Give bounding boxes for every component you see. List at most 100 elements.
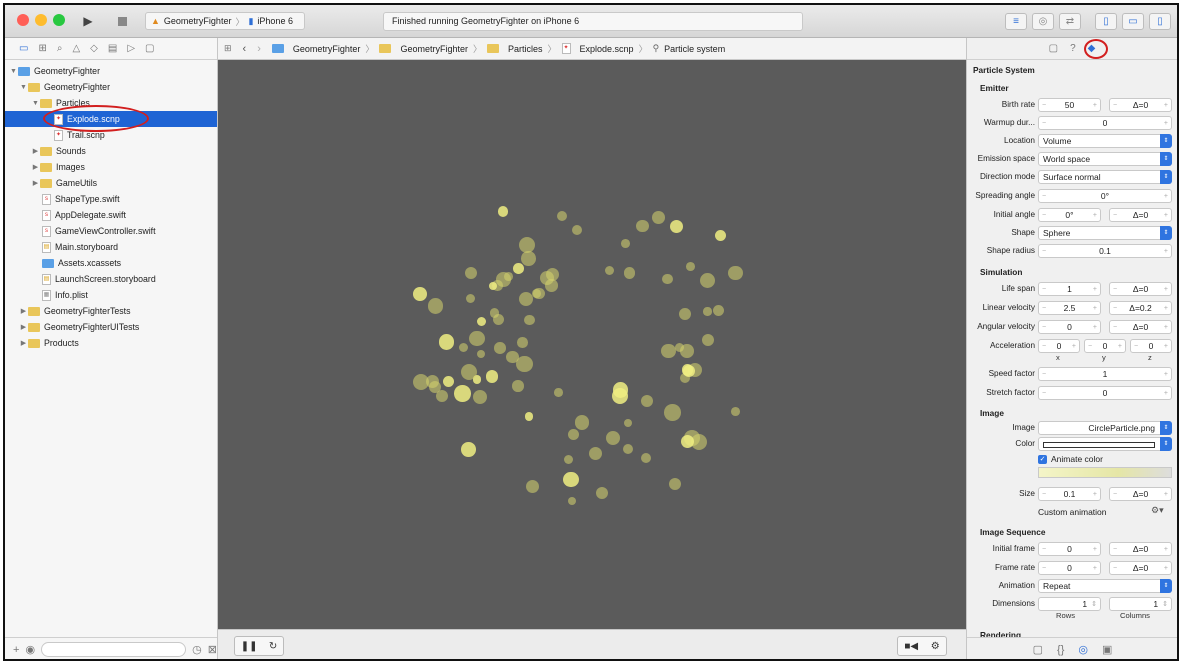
filter-input[interactable]: [41, 642, 187, 657]
initial-frame-field[interactable]: −0 +: [1038, 542, 1101, 556]
color-gradient-bar[interactable]: [1038, 467, 1172, 478]
file-template-icon[interactable]: ▢: [1033, 643, 1043, 656]
breadcrumb[interactable]: GeometryFighter: [400, 44, 468, 54]
acceleration-x-field[interactable]: −0 +: [1038, 339, 1080, 353]
filter-icon[interactable]: ◉: [25, 643, 35, 656]
tree-item[interactable]: ▶ GameUtils: [5, 175, 217, 191]
run-button[interactable]: ▶: [77, 11, 99, 31]
add-icon[interactable]: +: [13, 644, 19, 656]
speed-factor-field[interactable]: −1 +: [1038, 367, 1172, 381]
folder-icon[interactable]: ▭: [19, 43, 28, 54]
disclosure-right-icon[interactable]: ▶: [31, 163, 40, 171]
size-variation-field[interactable]: − Δ=0 +: [1109, 487, 1172, 501]
tree-item[interactable]: ▶ Sounds: [5, 143, 217, 159]
breadcrumb[interactable]: Particles: [508, 44, 543, 54]
tree-item[interactable]: ▼ GeometryFighter: [5, 79, 217, 95]
direction-mode-select[interactable]: Surface normal ⇕: [1038, 170, 1172, 184]
forward-icon[interactable]: ›: [257, 43, 261, 55]
pause-icon[interactable]: ❚❚: [241, 641, 258, 652]
particle-preview-viewport[interactable]: [218, 60, 966, 629]
tree-item[interactable]: s GameViewController.swift: [5, 223, 217, 239]
standard-editor-button[interactable]: ≡: [1005, 13, 1027, 30]
recent-icon[interactable]: ◷: [192, 643, 202, 656]
scheme-selector[interactable]: ▲ GeometryFighter 〉 ▮ iPhone 6: [145, 12, 305, 30]
tree-item[interactable]: ▶ Images: [5, 159, 217, 175]
object-library-icon[interactable]: ◎: [1078, 643, 1088, 656]
life-span-field[interactable]: −1 +: [1038, 282, 1101, 296]
initial-angle-variation-field[interactable]: − Δ=0 +: [1109, 208, 1172, 222]
shape-radius-field[interactable]: −0.1 +: [1038, 244, 1172, 258]
disclosure-right-icon[interactable]: ▶: [19, 323, 28, 331]
close-window-button[interactable]: [17, 14, 29, 26]
angular-velocity-variation-field[interactable]: − Δ=0 +: [1109, 320, 1172, 334]
file-inspector-icon[interactable]: ▢: [1049, 43, 1058, 54]
animate-color-checkbox[interactable]: ✓ Animate color: [1038, 454, 1103, 464]
tree-item[interactable]: ▤ LaunchScreen.storyboard: [5, 271, 217, 287]
rows-field[interactable]: 1 ⇕: [1038, 597, 1101, 611]
scm-icon[interactable]: ⊠: [208, 643, 217, 656]
image-select[interactable]: CircleParticle.png ⇕: [1038, 421, 1172, 435]
disclosure-right-icon[interactable]: ▶: [19, 339, 28, 347]
tree-item[interactable]: ▶ GeometryFighterUITests: [5, 319, 217, 335]
related-items-icon[interactable]: ⊞: [224, 43, 232, 54]
shape-select[interactable]: Sphere ⇕: [1038, 226, 1172, 240]
stretch-factor-field[interactable]: −0 +: [1038, 386, 1172, 400]
tree-item[interactable]: ▶ Products: [5, 335, 217, 351]
color-well[interactable]: ⇕: [1038, 437, 1172, 451]
search-icon[interactable]: ⌕: [57, 43, 63, 54]
acceleration-z-field[interactable]: −0 +: [1130, 339, 1172, 353]
disclosure-right-icon[interactable]: ▶: [19, 307, 28, 315]
toggle-utilities-button[interactable]: ▯: [1149, 13, 1171, 30]
symbol-icon[interactable]: ⊞: [38, 43, 46, 54]
frame-rate-variation-field[interactable]: − Δ=0 +: [1109, 561, 1172, 575]
life-span-variation-field[interactable]: − Δ=0 +: [1109, 282, 1172, 296]
toggle-navigator-button[interactable]: ▯: [1095, 13, 1117, 30]
disclosure-right-icon[interactable]: ▶: [31, 147, 40, 155]
warmup-field[interactable]: −0 +: [1038, 116, 1172, 130]
animation-select[interactable]: Repeat ⇕: [1038, 579, 1172, 593]
initial-frame-variation-field[interactable]: − Δ=0 +: [1109, 542, 1172, 556]
stop-button[interactable]: [111, 11, 133, 31]
columns-field[interactable]: 1 ⇕: [1109, 597, 1172, 611]
disclosure-down-icon[interactable]: ▼: [31, 100, 40, 107]
version-editor-button[interactable]: ⇄: [1059, 13, 1081, 30]
toggle-debug-area-button[interactable]: ▭: [1122, 13, 1144, 30]
tree-item[interactable]: ▦ Info.plist: [5, 287, 217, 303]
settings-icon[interactable]: ⚙: [931, 641, 940, 652]
tree-item[interactable]: ▼ GeometryFighter: [5, 63, 217, 79]
tree-item[interactable]: ▶ GeometryFighterTests: [5, 303, 217, 319]
emission-space-select[interactable]: World space ⇕: [1038, 152, 1172, 166]
code-snippet-icon[interactable]: {}: [1057, 644, 1064, 656]
back-icon[interactable]: ‹: [243, 43, 247, 55]
media-library-icon[interactable]: ▣: [1102, 643, 1112, 656]
breadcrumb[interactable]: GeometryFighter: [293, 44, 361, 54]
warning-icon[interactable]: △: [72, 43, 80, 54]
linear-velocity-variation-field[interactable]: − Δ=0.2 +: [1109, 301, 1172, 315]
disclosure-down-icon[interactable]: ▼: [19, 84, 28, 91]
breakpoint-icon[interactable]: ▷: [127, 43, 135, 54]
birth-rate-variation-field[interactable]: − Δ=0 +: [1109, 98, 1172, 112]
tree-item[interactable]: s ShapeType.swift: [5, 191, 217, 207]
zoom-window-button[interactable]: [53, 14, 65, 26]
size-field[interactable]: −0.1 +: [1038, 487, 1101, 501]
disclosure-down-icon[interactable]: ▼: [9, 68, 18, 75]
angular-velocity-field[interactable]: −0 +: [1038, 320, 1101, 334]
restart-icon[interactable]: ↻: [269, 641, 277, 652]
breadcrumb[interactable]: Explode.scnp: [580, 44, 634, 54]
tree-item[interactable]: ▤ Main.storyboard: [5, 239, 217, 255]
frame-rate-field[interactable]: −0 +: [1038, 561, 1101, 575]
linear-velocity-field[interactable]: −2.5 +: [1038, 301, 1101, 315]
report-icon[interactable]: ▢: [145, 43, 154, 54]
tree-item[interactable]: s AppDelegate.swift: [5, 207, 217, 223]
birth-rate-field[interactable]: −50 +: [1038, 98, 1101, 112]
assistant-editor-button[interactable]: ◎: [1032, 13, 1054, 30]
quick-help-icon[interactable]: ?: [1070, 43, 1076, 54]
disclosure-right-icon[interactable]: ▶: [31, 179, 40, 187]
gear-icon[interactable]: ⚙▾: [1151, 505, 1164, 516]
initial-angle-field[interactable]: −0° +: [1038, 208, 1101, 222]
minimize-window-button[interactable]: [35, 14, 47, 26]
camera-icon[interactable]: ■◀: [904, 641, 918, 652]
acceleration-y-field[interactable]: −0 +: [1084, 339, 1126, 353]
location-select[interactable]: Volume ⇕: [1038, 134, 1172, 148]
tree-item[interactable]: Assets.xcassets: [5, 255, 217, 271]
